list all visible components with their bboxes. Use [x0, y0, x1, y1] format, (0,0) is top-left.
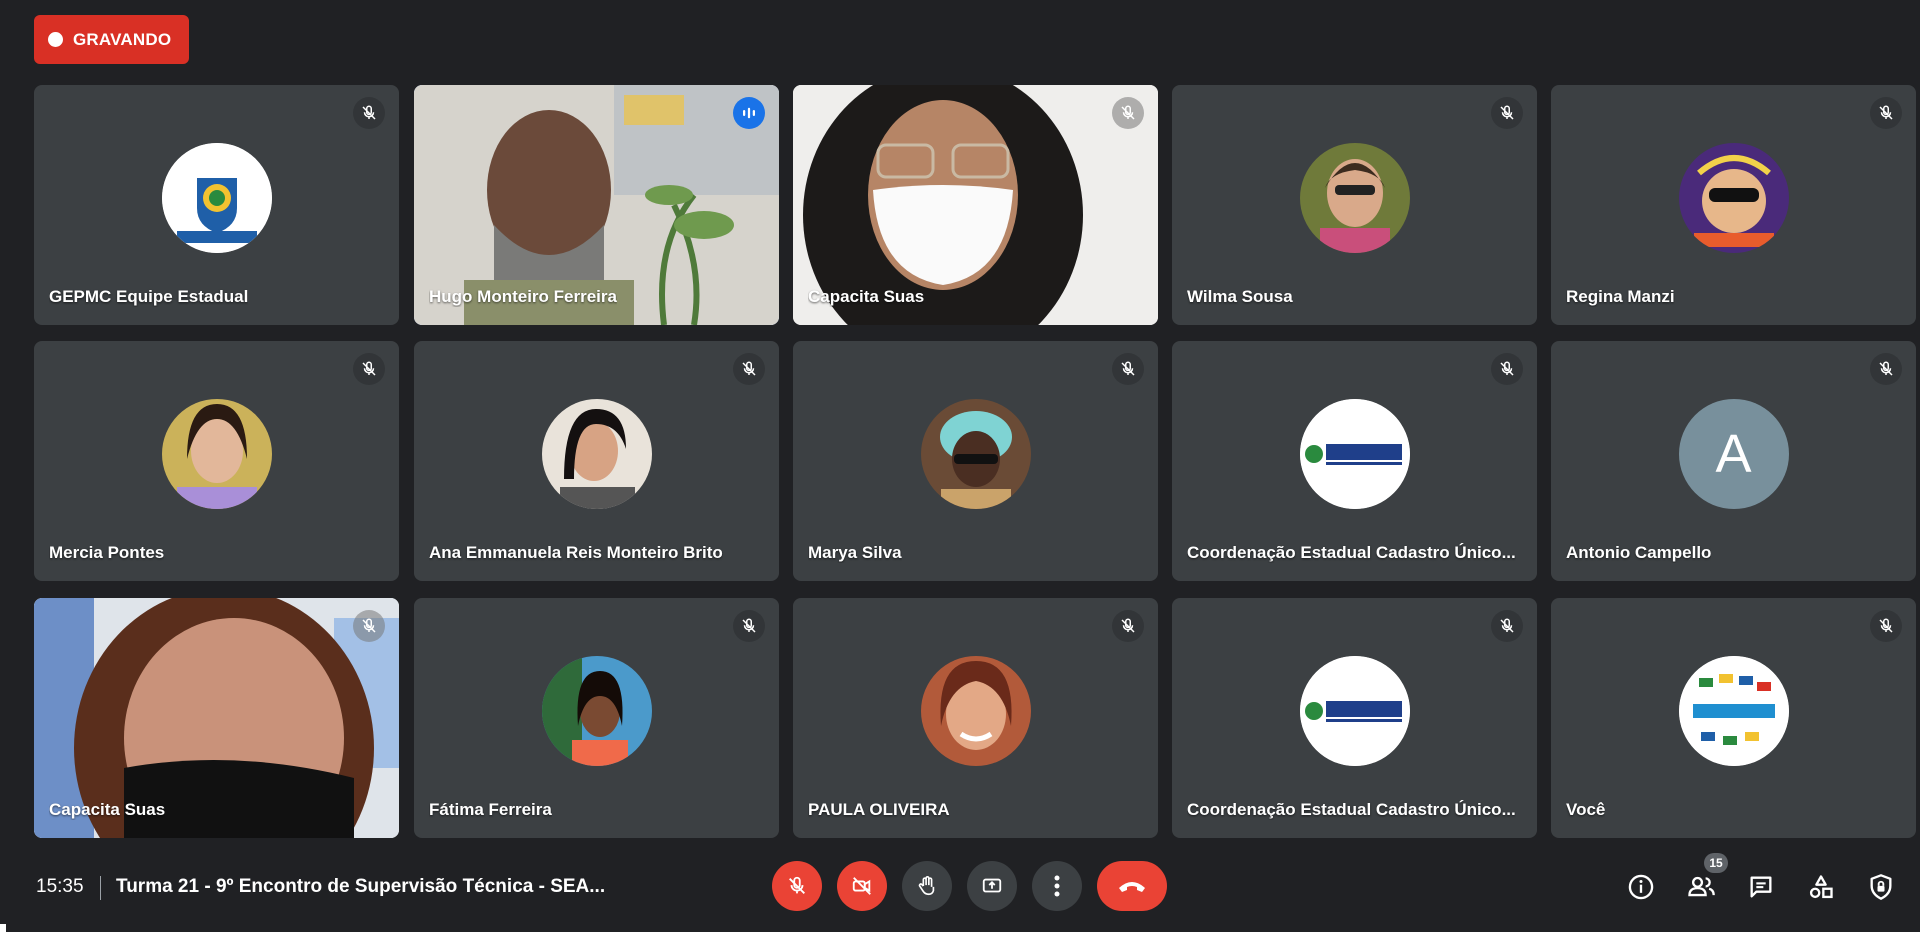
- avatar: [1678, 143, 1789, 253]
- avatar-letter: A: [1715, 424, 1752, 484]
- mic-off-icon: [1112, 97, 1144, 129]
- meeting-title: Turma 21 - 9º Encontro de Supervisão Téc…: [116, 876, 606, 897]
- participant-name: Antonio Campello: [1566, 543, 1712, 562]
- mic-off-icon: [1870, 353, 1902, 385]
- participants-button[interactable]: [1684, 870, 1718, 904]
- toggle-camera-button[interactable]: [837, 861, 887, 911]
- participant-tile[interactable]: Capacita Suas: [34, 598, 399, 838]
- participant-tile[interactable]: Você: [1551, 598, 1916, 838]
- avatar: [541, 399, 652, 509]
- audio-bars-icon: [733, 97, 765, 129]
- people-icon: [1688, 876, 1715, 897]
- participant-tile[interactable]: Fátima Ferreira: [414, 598, 779, 838]
- avatar: [1678, 656, 1789, 766]
- avatar: [541, 656, 652, 766]
- participant-tile[interactable]: Hugo Monteiro Ferreira: [414, 85, 779, 325]
- participant-grid: GEPMC Equipe Estadual Hugo Monteiro Ferr…: [34, 85, 1916, 838]
- participant-name: Marya Silva: [808, 543, 902, 562]
- meeting-clock: 15:35: [36, 876, 84, 897]
- participant-tile[interactable]: Ana Emmanuela Reis Monteiro Brito: [414, 341, 779, 581]
- avatar: A: [1678, 399, 1789, 509]
- mic-off-icon: [1491, 97, 1523, 129]
- toggle-mic-button[interactable]: [772, 861, 822, 911]
- chat-button[interactable]: [1744, 870, 1778, 904]
- participant-name: Mercia Pontes: [49, 543, 165, 562]
- mic-off-icon: [733, 353, 765, 385]
- participant-tile[interactable]: Capacita Suas: [793, 85, 1158, 325]
- mic-off-icon: [1491, 610, 1523, 642]
- participant-name: Coordenação Estadual Cadastro Único...: [1187, 543, 1516, 562]
- participant-name: Você: [1566, 800, 1606, 819]
- leave-call-button[interactable]: [1097, 861, 1167, 911]
- present-screen-button[interactable]: [967, 861, 1017, 911]
- camera-off-icon: [852, 877, 871, 895]
- participant-tile[interactable]: Regina Manzi: [1551, 85, 1916, 325]
- raise-hand-icon: [918, 876, 935, 896]
- participant-count-badge: 15: [1704, 853, 1728, 873]
- record-dot-icon: [48, 32, 63, 47]
- mic-off-icon: [1870, 610, 1902, 642]
- info-icon: [1628, 874, 1654, 900]
- participant-tile[interactable]: Coordenação Estadual Cadastro Único...: [1172, 598, 1537, 838]
- mic-off-icon: [733, 610, 765, 642]
- avatar: [1299, 143, 1410, 253]
- participant-tile[interactable]: Marya Silva: [793, 341, 1158, 581]
- avatar: [1299, 656, 1410, 766]
- participant-tile[interactable]: Mercia Pontes: [34, 341, 399, 581]
- divider: [100, 876, 101, 900]
- present-screen-icon: [982, 878, 1002, 893]
- mic-off-icon: [353, 610, 385, 642]
- participant-name: Wilma Sousa: [1187, 287, 1293, 306]
- more-options-button[interactable]: [1032, 861, 1082, 911]
- participant-name: PAULA OLIVEIRA: [808, 800, 950, 819]
- avatar: [161, 399, 272, 509]
- avatar: [1299, 399, 1410, 509]
- host-controls-icon: [1870, 874, 1892, 900]
- chat-icon: [1750, 876, 1772, 898]
- participant-name: Fátima Ferreira: [429, 800, 552, 819]
- participant-name: GEPMC Equipe Estadual: [49, 287, 249, 306]
- more-vert-icon: [1054, 875, 1060, 897]
- mic-off-icon: [353, 353, 385, 385]
- avatar: [161, 143, 272, 253]
- avatar: [920, 656, 1031, 766]
- mic-off-icon: [1491, 353, 1523, 385]
- meeting-details-button[interactable]: [1624, 870, 1658, 904]
- activities-icon: [1809, 875, 1833, 899]
- end-call-icon: [1119, 882, 1145, 892]
- participant-tile[interactable]: Coordenação Estadual Cadastro Único...: [1172, 341, 1537, 581]
- mic-off-icon: [1112, 610, 1144, 642]
- avatar: [920, 399, 1031, 509]
- participant-name: Regina Manzi: [1566, 287, 1675, 306]
- raise-hand-button[interactable]: [902, 861, 952, 911]
- mic-off-icon: [789, 876, 805, 894]
- screen-edge-artifact: [0, 924, 6, 932]
- participant-tile[interactable]: A Antonio Campello: [1551, 341, 1916, 581]
- participant-name: Capacita Suas: [808, 287, 925, 306]
- mic-off-icon: [353, 97, 385, 129]
- mic-off-icon: [1870, 97, 1902, 129]
- participant-tile[interactable]: PAULA OLIVEIRA: [793, 598, 1158, 838]
- participant-name: Ana Emmanuela Reis Monteiro Brito: [429, 543, 723, 562]
- meeting-controls-bar: 15:35 Turma 21 - 9º Encontro de Supervis…: [0, 850, 1920, 932]
- recording-badge[interactable]: GRAVANDO: [34, 15, 189, 64]
- host-controls-button[interactable]: [1864, 870, 1898, 904]
- participant-tile[interactable]: GEPMC Equipe Estadual: [34, 85, 399, 325]
- recording-label: GRAVANDO: [73, 29, 172, 49]
- participant-name: Capacita Suas: [49, 800, 166, 819]
- participant-name: Hugo Monteiro Ferreira: [429, 287, 617, 306]
- participant-name: Coordenação Estadual Cadastro Único...: [1187, 800, 1516, 819]
- mic-off-icon: [1112, 353, 1144, 385]
- participant-tile[interactable]: Wilma Sousa: [1172, 85, 1537, 325]
- activities-button[interactable]: [1804, 870, 1838, 904]
